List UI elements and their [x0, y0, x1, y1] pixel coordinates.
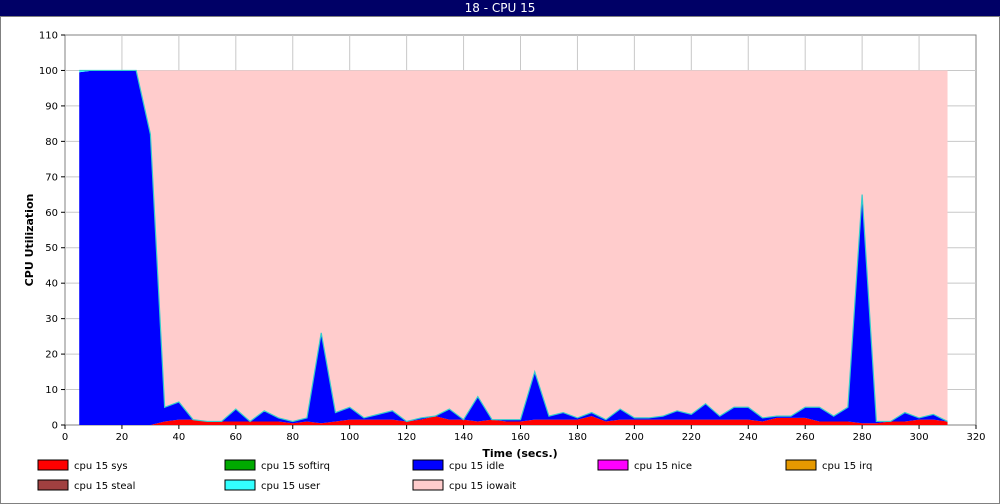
legend: cpu 15 sys cpu 15 softirq cpu 15 idle cpu 1… [37, 459, 872, 492]
legend-label: cpu 15 idle [449, 461, 504, 472]
legend-swatch [785, 459, 817, 471]
legend-label: cpu 15 softirq [261, 461, 330, 472]
x-tick-label: 200 [625, 432, 644, 443]
cpu-utilization-chart: 0 20 40 60 80 100 120 140 160 180 200 220 240 260 280 3… [23, 31, 986, 493]
y-tick-label: 70 [45, 172, 58, 183]
y-tick-label: 20 [45, 350, 58, 361]
y-tick-label: 80 [45, 137, 58, 148]
legend-label: cpu 15 sys [74, 461, 128, 472]
legend-swatch [412, 459, 444, 471]
x-axis-ticks: 0 20 40 60 80 100 120 140 160 180 200 220 240 260 280 3… [62, 425, 986, 443]
y-tick-label: 50 [45, 243, 58, 254]
x-tick-label: 100 [340, 432, 359, 443]
y-tick-label: 60 [45, 208, 58, 219]
legend-swatch [37, 459, 69, 471]
area-cpu-15-iowait [79, 70, 948, 422]
legend-label: cpu 15 steal [74, 481, 135, 492]
legend-label: cpu 15 iowait [449, 481, 516, 492]
legend-swatch [412, 479, 444, 491]
x-tick-label: 160 [511, 432, 530, 443]
x-tick-label: 0 [62, 432, 68, 443]
x-tick-label: 80 [286, 432, 299, 443]
y-axis-ticks: 0 10 20 30 40 50 60 70 80 90 100 110 [39, 31, 65, 432]
y-tick-label: 100 [39, 66, 58, 77]
legend-swatch [224, 459, 256, 471]
stacked-area-series [79, 69, 948, 425]
x-axis-label: Time (secs.) [482, 447, 557, 460]
y-tick-label: 30 [45, 314, 58, 325]
x-tick-label: 300 [910, 432, 929, 443]
y-tick-label: 110 [39, 31, 58, 42]
x-tick-label: 60 [229, 432, 242, 443]
x-tick-label: 120 [397, 432, 416, 443]
legend-label: cpu 15 user [261, 481, 321, 492]
x-tick-label: 320 [966, 432, 985, 443]
x-tick-label: 180 [568, 432, 587, 443]
legend-swatch [224, 479, 256, 491]
y-axis-label: CPU Utilization [23, 194, 36, 287]
legend-swatch [37, 479, 69, 491]
x-tick-label: 20 [116, 432, 129, 443]
x-tick-label: 220 [682, 432, 701, 443]
legend-label: cpu 15 nice [634, 461, 692, 472]
x-tick-label: 40 [173, 432, 186, 443]
x-tick-label: 140 [454, 432, 473, 443]
y-tick-label: 90 [45, 101, 58, 112]
x-tick-label: 280 [853, 432, 872, 443]
y-tick-label: 10 [45, 385, 58, 396]
y-tick-label: 0 [52, 421, 58, 432]
legend-swatch [597, 459, 629, 471]
x-tick-label: 240 [739, 432, 758, 443]
legend-label: cpu 15 irq [822, 461, 872, 472]
x-tick-label: 260 [796, 432, 815, 443]
y-tick-label: 40 [45, 279, 58, 290]
